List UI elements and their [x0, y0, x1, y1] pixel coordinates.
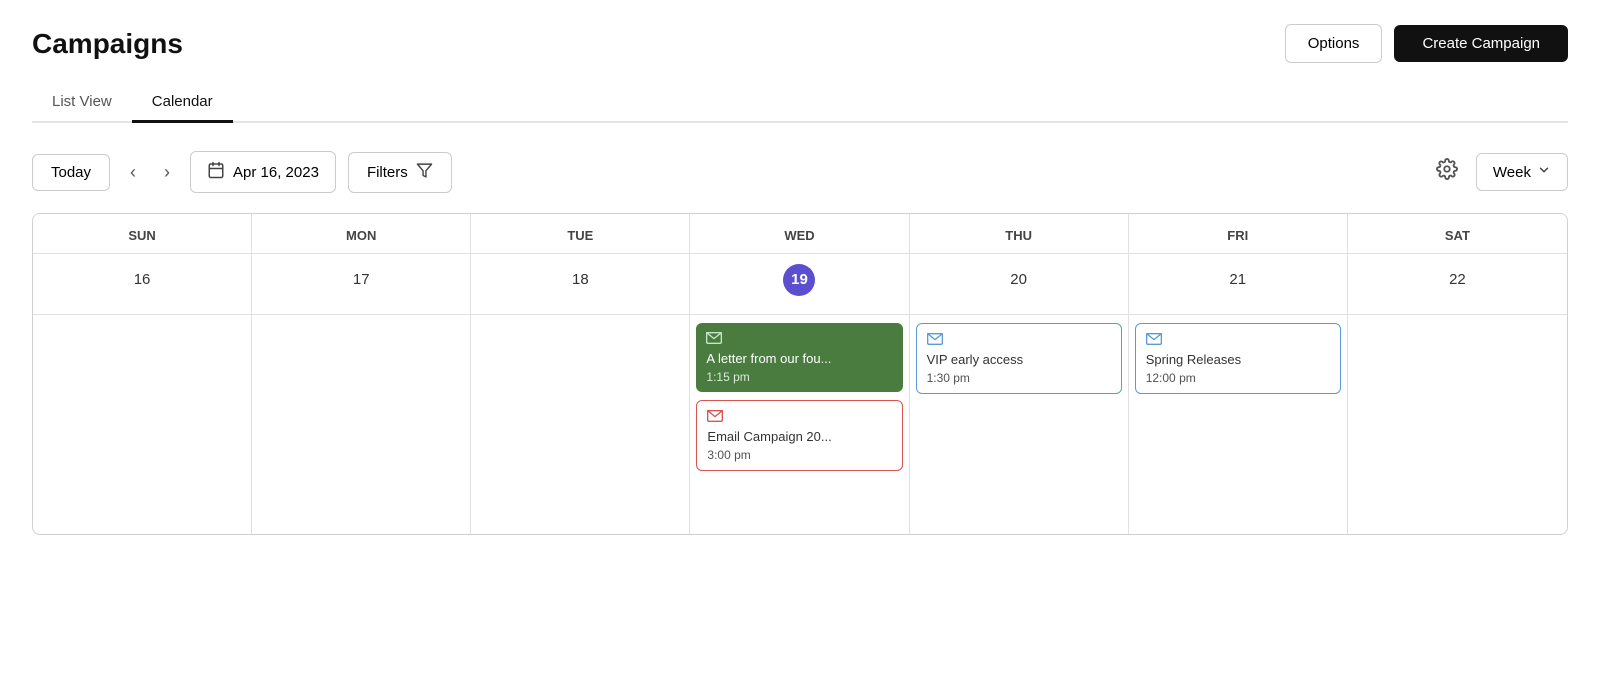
event-cell-thu: VIP early access 1:30 pm [910, 315, 1129, 534]
event-time-email-campaign: 3:00 pm [707, 448, 891, 462]
calendar-icon [207, 161, 225, 183]
settings-button[interactable] [1430, 152, 1464, 192]
event-time-vip: 1:30 pm [927, 371, 1111, 385]
calendar-grid: SUN MON TUE WED THU FRI SAT 16 17 18 19 … [32, 213, 1568, 535]
date-picker-value: Apr 16, 2023 [233, 164, 319, 181]
tab-calendar[interactable]: Calendar [132, 83, 233, 123]
date-cell-20[interactable]: 20 [910, 254, 1129, 314]
date-cell-19[interactable]: 19 [690, 254, 909, 314]
event-cell-tue [471, 315, 690, 534]
event-title-spring: Spring Releases [1146, 352, 1330, 369]
mail-icon-spring [1146, 332, 1330, 348]
date-number-22: 22 [1441, 264, 1473, 296]
event-cell-sat [1348, 315, 1567, 534]
calendar-day-headers: SUN MON TUE WED THU FRI SAT [33, 214, 1567, 253]
event-email-campaign[interactable]: Email Campaign 20... 3:00 pm [696, 400, 902, 471]
page-title: Campaigns [32, 28, 183, 60]
mail-icon-email-campaign [707, 409, 891, 425]
tab-list-view[interactable]: List View [32, 83, 132, 123]
day-header-fri: FRI [1129, 214, 1348, 253]
date-number-18: 18 [564, 264, 596, 296]
date-cell-17[interactable]: 17 [252, 254, 471, 314]
event-cell-sun [33, 315, 252, 534]
calendar-date-row: 16 17 18 19 20 21 22 [33, 253, 1567, 314]
today-button[interactable]: Today [32, 154, 110, 191]
week-label: Week [1493, 164, 1531, 181]
next-arrow-button[interactable]: › [156, 156, 178, 189]
event-letter[interactable]: A letter from our fou... 1:15 pm [696, 323, 902, 392]
day-header-sat: SAT [1348, 214, 1567, 253]
day-header-sun: SUN [33, 214, 252, 253]
chevron-left-icon: ‹ [130, 162, 136, 182]
event-title-email-campaign: Email Campaign 20... [707, 429, 891, 446]
date-cell-21[interactable]: 21 [1129, 254, 1348, 314]
event-cell-fri: Spring Releases 12:00 pm [1129, 315, 1348, 534]
page: Campaigns Options Create Campaign List V… [0, 0, 1600, 559]
mail-icon-vip [927, 332, 1111, 348]
create-campaign-button[interactable]: Create Campaign [1394, 25, 1568, 62]
gear-icon [1436, 160, 1458, 185]
tabs: List View Calendar [32, 83, 1568, 123]
date-cell-22[interactable]: 22 [1348, 254, 1567, 314]
date-cell-16[interactable]: 16 [33, 254, 252, 314]
date-number-16: 16 [126, 264, 158, 296]
event-time-spring: 12:00 pm [1146, 371, 1330, 385]
day-header-mon: MON [252, 214, 471, 253]
date-number-21: 21 [1222, 264, 1254, 296]
header-actions: Options Create Campaign [1285, 24, 1568, 63]
filters-label: Filters [367, 164, 408, 181]
page-header: Campaigns Options Create Campaign [32, 24, 1568, 63]
event-vip[interactable]: VIP early access 1:30 pm [916, 323, 1122, 394]
event-time-letter: 1:15 pm [706, 370, 892, 384]
filter-icon [416, 162, 433, 183]
date-number-17: 17 [345, 264, 377, 296]
date-number-20: 20 [1003, 264, 1035, 296]
filters-button[interactable]: Filters [348, 152, 452, 193]
options-button[interactable]: Options [1285, 24, 1383, 63]
day-header-tue: TUE [471, 214, 690, 253]
day-header-wed: WED [690, 214, 909, 253]
date-number-19: 19 [783, 264, 815, 296]
chevron-right-icon: › [164, 162, 170, 182]
date-cell-18[interactable]: 18 [471, 254, 690, 314]
calendar-events-row: A letter from our fou... 1:15 pm Email C… [33, 314, 1567, 534]
day-header-thu: THU [910, 214, 1129, 253]
date-picker-button[interactable]: Apr 16, 2023 [190, 151, 336, 193]
calendar-toolbar: Today ‹ › Apr 16, 2023 Filters [32, 151, 1568, 193]
prev-arrow-button[interactable]: ‹ [122, 156, 144, 189]
chevron-down-icon [1537, 163, 1551, 181]
event-spring[interactable]: Spring Releases 12:00 pm [1135, 323, 1341, 394]
event-cell-mon [252, 315, 471, 534]
week-selector-button[interactable]: Week [1476, 153, 1568, 191]
event-title-letter: A letter from our fou... [706, 351, 892, 368]
mail-icon-letter [706, 331, 892, 347]
event-cell-wed: A letter from our fou... 1:15 pm Email C… [690, 315, 909, 534]
event-title-vip: VIP early access [927, 352, 1111, 369]
